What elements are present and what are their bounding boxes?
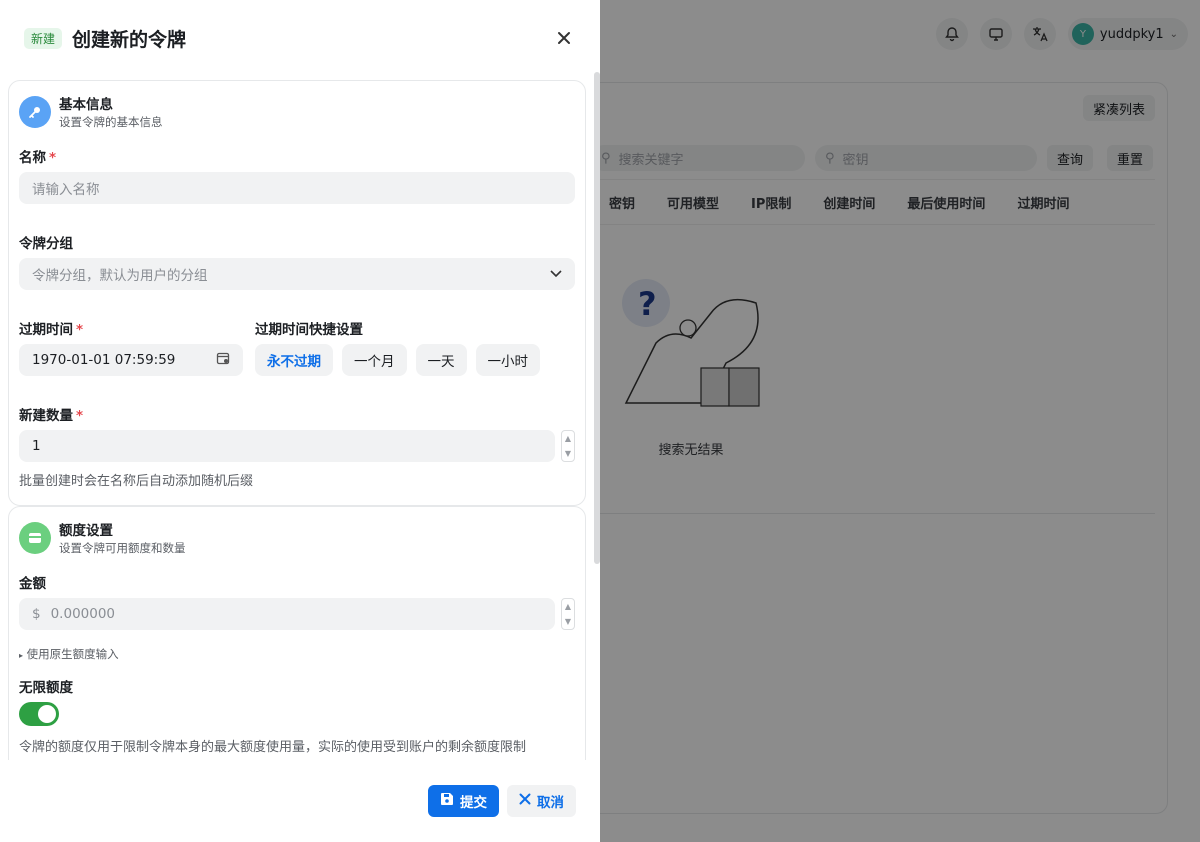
raw-quota-toggle[interactable]: ▸ 使用原生额度输入: [19, 646, 575, 662]
credit-card-icon: [19, 521, 51, 554]
amount-stepper[interactable]: ▲ ▼: [561, 598, 575, 630]
count-stepper[interactable]: ▲ ▼: [561, 430, 575, 462]
close-icon: [519, 793, 531, 809]
name-input[interactable]: 请输入名称: [19, 172, 575, 204]
chevron-down-icon[interactable]: ▼: [562, 446, 574, 461]
calendar-icon[interactable]: [216, 351, 230, 369]
count-field: 新建数量 * 1 ▲ ▼ 批量创建时会在名称后自动添加随机后缀: [19, 404, 575, 489]
sheet-footer: 提交 取消: [0, 760, 600, 842]
one-month-button[interactable]: 一个月: [342, 344, 407, 376]
count-input[interactable]: 1: [19, 430, 555, 462]
card-subtitle: 设置令牌的基本信息: [59, 115, 163, 129]
cancel-button[interactable]: 取消: [507, 785, 576, 817]
quick-expire-options: 永不过期 一个月 一天 一小时: [255, 344, 540, 376]
unlimited-field: 无限额度 令牌的额度仅用于限制令牌本身的最大额度使用量，实际的使用受到账户的剩余…: [19, 676, 575, 755]
caret-right-icon: ▸: [19, 651, 24, 660]
quota-card: 额度设置 设置令牌可用额度和数量 金额 $ 0.000000 ▲ ▼ ▸ 使用原…: [8, 506, 586, 760]
card-header: 额度设置 设置令牌可用额度和数量: [19, 519, 575, 556]
field-label: 新建数量 *: [19, 408, 84, 424]
never-expire-button[interactable]: 永不过期: [255, 344, 333, 376]
card-title: 基本信息: [59, 97, 113, 113]
chevron-down-icon[interactable]: ▼: [562, 614, 574, 629]
field-label: 过期时间 *: [19, 322, 84, 338]
expire-row: 过期时间 * 1970-01-01 07:59:59 过期时间快捷设置 永不过期 …: [19, 318, 575, 376]
sheet-title: 创建新的令牌: [72, 28, 187, 51]
group-field: 令牌分组 令牌分组，默认为用户的分组: [19, 232, 575, 290]
field-label: 令牌分组: [19, 236, 73, 252]
name-field: 名称 * 请输入名称: [19, 146, 575, 204]
field-label: 过期时间快捷设置: [255, 322, 363, 338]
field-label: 无限额度: [19, 680, 73, 696]
sheet-body: 基本信息 设置令牌的基本信息 名称 * 请输入名称 令牌分组 令牌分组，默认为用户…: [8, 80, 586, 760]
expire-datetime-input[interactable]: 1970-01-01 07:59:59: [19, 344, 243, 376]
save-icon: [440, 792, 454, 810]
card-title: 额度设置: [59, 523, 113, 539]
field-label: 金额: [19, 576, 46, 592]
one-day-button[interactable]: 一天: [415, 344, 467, 376]
unlimited-quota-toggle[interactable]: [19, 702, 59, 726]
card-subtitle: 设置令牌可用额度和数量: [59, 541, 186, 555]
submit-button[interactable]: 提交: [428, 785, 499, 817]
key-icon: [19, 95, 51, 128]
group-select[interactable]: 令牌分组，默认为用户的分组: [19, 258, 575, 290]
chevron-down-icon: [550, 266, 562, 282]
one-hour-button[interactable]: 一小时: [475, 344, 540, 376]
field-label: 名称 *: [19, 150, 57, 166]
count-hint: 批量创建时会在名称后自动添加随机后缀: [19, 474, 254, 489]
basic-info-card: 基本信息 设置令牌的基本信息 名称 * 请输入名称 令牌分组 令牌分组，默认为用户…: [8, 80, 586, 506]
card-header: 基本信息 设置令牌的基本信息: [19, 93, 575, 130]
amount-input[interactable]: $ 0.000000: [19, 598, 555, 630]
currency-symbol: $: [32, 606, 41, 622]
chevron-up-icon[interactable]: ▲: [562, 431, 574, 446]
scrollbar[interactable]: [594, 72, 600, 564]
amount-field: 金额 $ 0.000000 ▲ ▼: [19, 572, 575, 630]
sheet-header: 新建 创建新的令牌: [0, 0, 600, 76]
chevron-up-icon[interactable]: ▲: [562, 599, 574, 614]
unlimited-hint: 令牌的额度仅用于限制令牌本身的最大额度使用量，实际的使用受到账户的剩余额度限制: [19, 740, 527, 755]
new-tag: 新建: [24, 27, 63, 49]
create-token-sheet: 新建 创建新的令牌 基本信息 设置令牌的基本信息 名称 * 请输入名称 令牌分组…: [0, 0, 600, 842]
close-icon[interactable]: [552, 26, 576, 50]
